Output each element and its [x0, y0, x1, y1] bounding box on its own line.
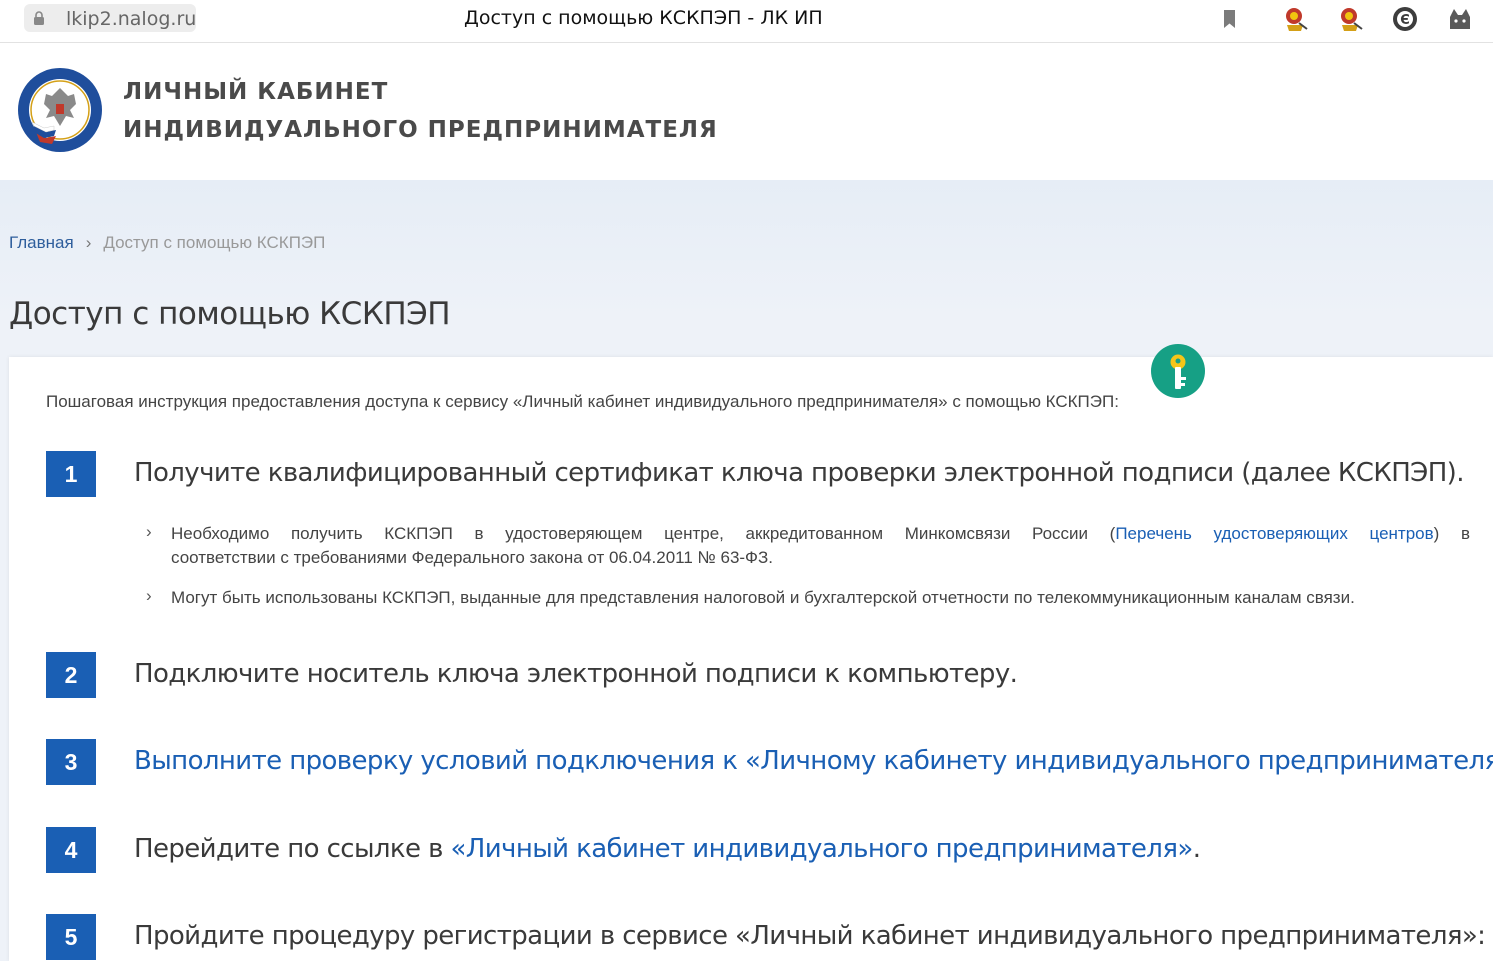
extension-stamp-icon[interactable] — [1336, 5, 1364, 33]
bullet-2-text: Могут быть использованы КСКПЭП, выданные… — [171, 588, 1355, 607]
extension-e-icon[interactable]: Є — [1391, 5, 1419, 33]
page-title: Доступ с помощью КСКПЭП — [9, 296, 451, 332]
step-number-1: 1 — [46, 451, 96, 497]
key-badge-icon[interactable] — [1150, 343, 1206, 399]
url-text[interactable]: lkip2.nalog.ru — [66, 8, 196, 30]
extension-stamp-icon[interactable] — [1281, 5, 1309, 33]
bookmark-icon[interactable] — [1216, 5, 1244, 33]
breadcrumb-current: Доступ с помощью КСКПЭП — [103, 233, 326, 252]
step-4-text: Перейдите по ссылке в «Личный кабинет ин… — [134, 834, 1201, 864]
tab-title: Доступ с помощью КСКПЭП - ЛК ИП — [464, 7, 823, 29]
brand-title-line1: ЛИЧНЫЙ КАБИНЕТ — [123, 79, 389, 105]
step-number-5: 5 — [46, 914, 96, 960]
ca-list-link[interactable]: Перечень удостоверяющих центров — [1115, 524, 1433, 543]
step-5-text: Пройдите процедуру регистрации в сервисе… — [134, 921, 1486, 951]
chevron-right-icon: › — [146, 586, 152, 605]
breadcrumb-home-link[interactable]: Главная — [9, 233, 74, 252]
svg-text:Є: Є — [1400, 13, 1410, 28]
step-number-4: 4 — [46, 827, 96, 873]
check-conditions-link[interactable]: Выполните проверку условий подключения к… — [134, 746, 1493, 776]
step-2-text: Подключите носитель ключа электронной по… — [134, 659, 1018, 689]
cabinet-link[interactable]: «Личный кабинет индивидуального предприн… — [451, 834, 1194, 864]
bullet-1-line2: соответствии с требованиями Федерального… — [171, 548, 773, 567]
chevron-right-icon: › — [146, 522, 152, 541]
breadcrumb: Главная › Доступ с помощью КСКПЭП — [9, 233, 325, 253]
brand-title-line2: ИНДИВИДУАЛЬНОГО ПРЕДПРИНИМАТЕЛЯ — [123, 117, 718, 143]
fns-emblem-icon[interactable] — [16, 66, 104, 154]
lock-icon — [34, 11, 44, 25]
bullet-1-line1: Необходимо получить КСКПЭП в удостоверяю… — [171, 524, 1470, 543]
extension-cat-icon[interactable] — [1446, 5, 1474, 33]
step-number-3: 3 — [46, 739, 96, 785]
step-3-text: Выполните проверку условий подключения к… — [134, 746, 1493, 776]
breadcrumb-separator: › — [85, 233, 92, 252]
site-header: ЛИЧНЫЙ КАБИНЕТ ИНДИВИДУАЛЬНОГО ПРЕДПРИНИ… — [0, 43, 1493, 180]
address-bar[interactable]: lkip2.nalog.ru — [24, 4, 196, 32]
browser-toolbar: lkip2.nalog.ru Доступ с помощью КСКПЭП -… — [0, 0, 1493, 43]
step-number-2: 2 — [46, 652, 96, 698]
intro-text: Пошаговая инструкция предоставления дост… — [46, 392, 1119, 411]
step-1-text: Получите квалифицированный сертификат кл… — [134, 458, 1464, 488]
